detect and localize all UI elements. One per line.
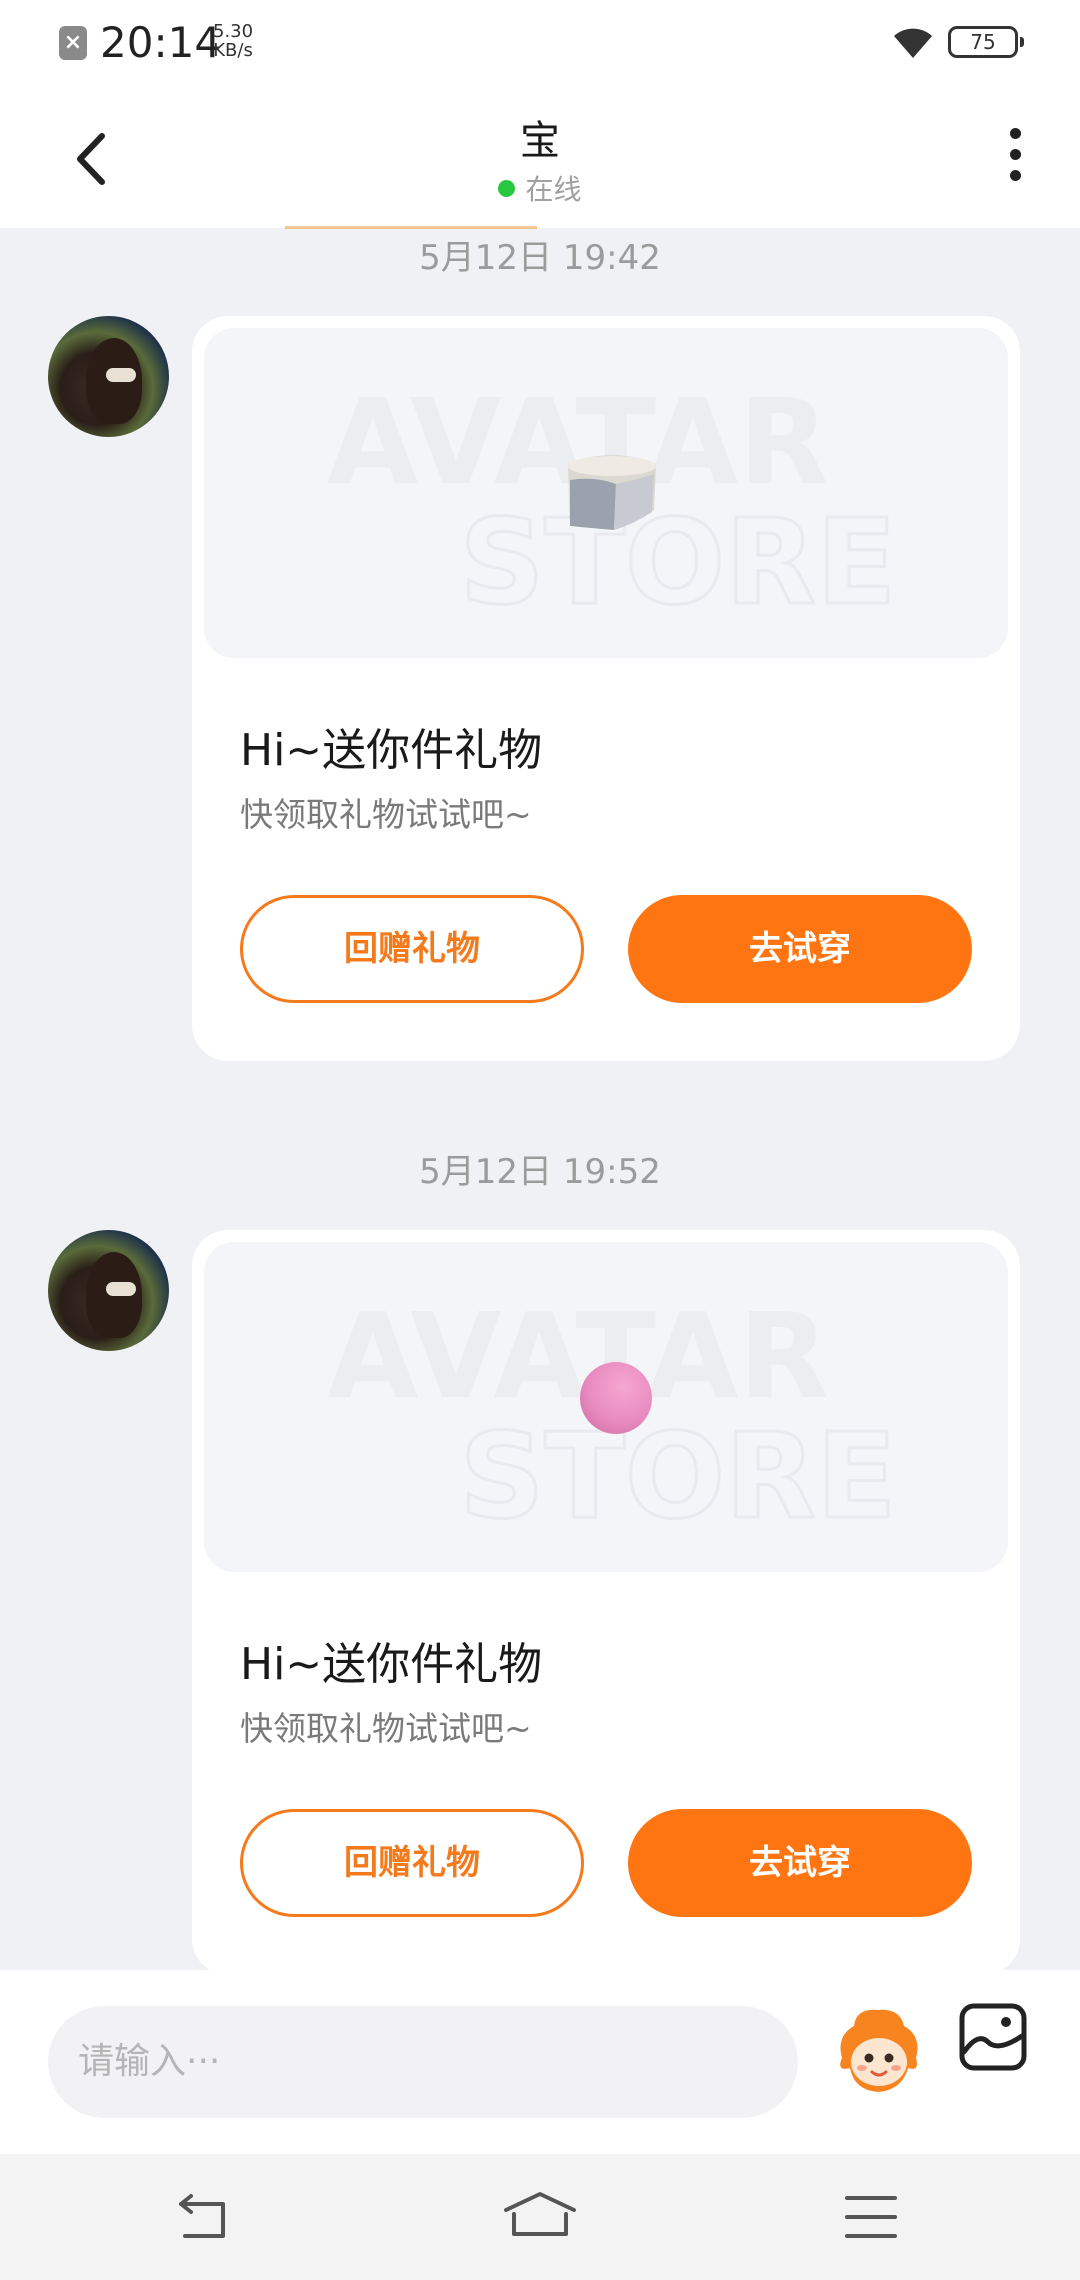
return-gift-button[interactable]: 回赠礼物 <box>240 895 584 1003</box>
gift-item-image <box>580 1362 652 1434</box>
notification-icon: × <box>59 26 87 60</box>
message-input[interactable]: 请输入··· <box>48 2006 798 2118</box>
clock: 20:14 <box>100 18 222 67</box>
gift-preview-image[interactable]: AVATAR STORE <box>204 1242 1008 1572</box>
sender-avatar[interactable] <box>48 316 169 437</box>
online-status-label: 在线 <box>525 173 582 206</box>
more-options-button[interactable] <box>995 128 1035 192</box>
message-input-bar: 请输入··· <box>0 1970 1080 2154</box>
online-dot-icon <box>498 180 516 197</box>
return-gift-button[interactable]: 回赠礼物 <box>240 1809 584 1917</box>
system-navigation-bar <box>0 2154 1080 2280</box>
wifi-icon <box>894 28 932 58</box>
gift-card-subtitle: 快领取礼物试试吧~ <box>240 1709 532 1748</box>
more-vertical-icon <box>1009 128 1021 139</box>
menu-lines-icon <box>845 2196 897 2238</box>
image-button[interactable] <box>958 2002 1028 2072</box>
online-status: 在线 <box>0 168 1080 208</box>
message-timestamp: 5月12日 19:52 <box>419 1152 661 1192</box>
try-on-button[interactable]: 去试穿 <box>628 895 972 1003</box>
network-speed: 5.30 KB/s <box>213 22 253 60</box>
emoji-button[interactable] <box>832 1996 924 2108</box>
gift-card-title: Hi~送你件礼物 <box>240 1639 543 1690</box>
chat-messages[interactable]: 5月12日 19:42 AVATAR STORE Hi~送你件礼物 快领取礼物试… <box>0 228 1080 1970</box>
message-timestamp: 5月12日 19:42 <box>419 238 661 278</box>
network-speed-value: 5.30 <box>213 21 254 42</box>
try-on-button[interactable]: 去试穿 <box>628 1809 972 1917</box>
sender-avatar[interactable] <box>48 1230 169 1351</box>
watermark-line-1: AVATAR <box>327 1287 829 1425</box>
nav-back-button[interactable] <box>175 2192 235 2242</box>
watermark-line-2: STORE <box>459 493 896 631</box>
contact-name: 宝 <box>520 118 560 164</box>
nav-home-button[interactable] <box>502 2190 578 2240</box>
watermark-line-2: STORE <box>459 1407 896 1545</box>
status-bar: × 20:14 5.30 KB/s 75 <box>0 0 1080 88</box>
nav-menu-button[interactable] <box>843 2194 899 2240</box>
gift-card-subtitle: 快领取礼物试试吧~ <box>240 795 532 834</box>
gift-card[interactable]: AVATAR STORE Hi~送你件礼物 快领取礼物试试吧~ 回赠礼物 去试穿 <box>192 1230 1020 1970</box>
gift-preview-image[interactable]: AVATAR STORE <box>204 328 1008 658</box>
image-icon <box>959 2003 1027 2071</box>
gift-item-image <box>568 455 656 530</box>
gift-card-title: Hi~送你件礼物 <box>240 725 543 776</box>
battery-icon: 75 <box>948 26 1024 58</box>
emoji-face-icon <box>840 2009 918 2092</box>
home-icon <box>504 2192 576 2236</box>
chat-header: 宝 在线 <box>0 88 1080 228</box>
network-speed-unit: KB/s <box>213 40 253 61</box>
gift-card[interactable]: AVATAR STORE Hi~送你件礼物 快领取礼物试试吧~ 回赠礼物 去试穿 <box>192 316 1020 1061</box>
return-arrow-icon <box>179 2194 225 2238</box>
